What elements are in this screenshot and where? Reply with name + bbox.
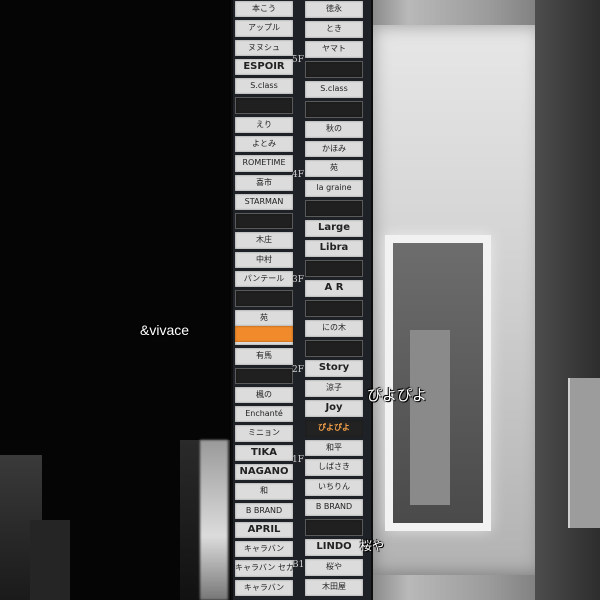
left-sign: よとみ [235,136,293,153]
floor-label: 4F [292,170,304,180]
right-sign [305,100,363,118]
right-sign: とき [305,20,363,38]
left-sign: えり [235,116,293,134]
floor-label: 1F [292,455,304,465]
left-sign [235,290,293,307]
building-window-pane [410,330,450,505]
right-sign [305,260,363,278]
right-sign: Libra [305,240,363,258]
caption-vivace: &vivace [140,322,190,338]
right-sign: A R [305,280,363,297]
right-sign: 徳永 [305,1,363,18]
left-sign: 中村 [235,251,293,269]
right-sign: いちりん [305,479,363,497]
right-sign: B BRAND [305,499,363,517]
right-sign: ぴよぴよ [305,419,363,437]
right-sign [305,200,363,218]
building-wall-unit [568,378,600,528]
right-sign: かほみ [305,140,363,158]
left-sign: Enchanté [235,406,293,423]
left-sign: パンテール [235,271,293,288]
floor-label: B1 [292,560,305,570]
left-sign: 苑 [235,309,293,326]
caption-piyopiyo: ぴよぴよ [367,386,428,404]
left-sign: 和 [235,483,293,500]
right-sign: LINDO [305,539,363,557]
background-lit-sign [200,440,228,600]
left-sign: ヌヌシュ [235,39,293,56]
right-sign: 涼子 [305,379,363,397]
left-sign: S.class [235,78,293,95]
left-sign [235,367,293,384]
left-sign: キャラバン [235,541,293,558]
right-sign: 秋の [305,120,363,138]
left-sign: STARMAN [235,193,293,211]
night-building-photo: 本こうアップルヌヌシュ ESPOIR S.class えりよとみ ROMETIME 喜市 S… [0,0,600,600]
left-sign: 楓の [235,386,293,404]
vivace-orange-sign [235,326,293,342]
caption-sakuraya: 桜や [360,539,385,553]
left-sign: 有馬 [235,348,293,365]
left-sign: 本こう [235,1,293,18]
left-sign [235,97,293,114]
right-sign: ヤマト [305,40,363,58]
right-sign: S.class [305,80,363,98]
background-building [30,520,70,600]
left-sign: アップル [235,20,293,37]
left-sign: キャラバン [235,579,293,596]
right-sign [305,339,363,357]
right-sign: 桜や [305,559,363,577]
left-sign: 木庄 [235,232,293,249]
right-sign: 苑 [305,160,363,178]
left-sign: NAGANO [235,463,293,481]
right-sign: Large [305,220,363,238]
left-sign: B BRAND [235,502,293,519]
right-sign: しばさき [305,459,363,477]
right-sign: 木田屋 [305,579,363,596]
left-sign: キャラバン セカイ [235,560,293,577]
right-sign [305,60,363,78]
floor-label: 2F [292,365,304,375]
left-sign: 喜市 [235,174,293,191]
right-sign: にの木 [305,319,363,337]
right-sign: Joy [305,399,363,417]
left-sign: APRIL [235,521,293,539]
left-sign [235,213,293,230]
right-sign [305,300,363,317]
right-sign [305,519,363,537]
floor-label: 3F [292,275,304,285]
right-sign: la graine [305,180,363,198]
right-sign: 和平 [305,439,363,457]
left-sign: TIKA [235,444,293,461]
right-sign: Story [305,359,363,377]
left-sign: ESPOIR [235,58,293,76]
floor-label: 5F [292,55,304,65]
left-sign: ROMETIME [235,155,293,172]
left-sign: ミニョン [235,425,293,442]
